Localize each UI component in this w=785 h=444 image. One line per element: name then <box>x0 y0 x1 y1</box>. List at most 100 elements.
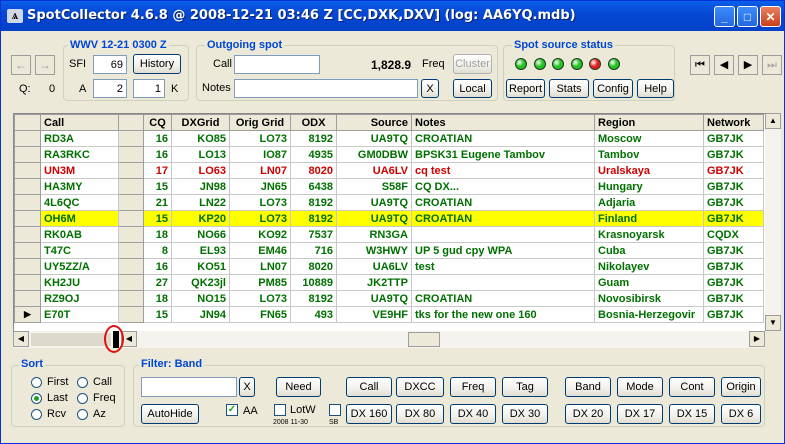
filter-cont-button[interactable]: Cont <box>669 377 715 397</box>
cell-call[interactable]: RZ9OJ <box>40 290 119 307</box>
cell-orig-grid[interactable]: LO73 <box>229 194 291 211</box>
filter-dxcc-button[interactable]: DXCC <box>396 377 444 397</box>
aa-checkbox[interactable]: ✓ <box>226 404 238 416</box>
header-orig-grid[interactable]: Orig Grid <box>229 114 291 131</box>
cell-network[interactable]: CQDX <box>703 226 764 243</box>
row-indicator[interactable] <box>14 274 41 291</box>
header-notes[interactable]: Notes <box>411 114 595 131</box>
cell-network[interactable]: GB7JK <box>703 290 764 307</box>
cell-dxgrid[interactable]: EL93 <box>171 242 230 259</box>
cell-network[interactable]: GB7JK <box>703 242 764 259</box>
filter-dx-160-button[interactable]: DX 160 <box>346 404 392 424</box>
filter-band-button[interactable]: Band <box>565 377 611 397</box>
table-row[interactable]: T47C 8 EL93 EM46 716 W3HWY UP 5 gud cpy WPA Cub… <box>14 242 764 259</box>
filter-dx-6-button[interactable]: DX 6 <box>721 404 761 424</box>
table-row[interactable]: OH6M 15 KP20 LO73 8192 UA9TQ CROATIAN Finland GB… <box>14 210 764 227</box>
cell-dxgrid[interactable]: QK23jl <box>171 274 230 291</box>
cell-region[interactable]: Nikolayev <box>594 258 704 275</box>
cell-notes[interactable]: tks for the new one 160 <box>411 306 595 323</box>
cell-notes[interactable]: cq test <box>411 162 595 179</box>
header-network[interactable]: Network <box>703 114 764 131</box>
cell-source[interactable]: UA9TQ <box>336 210 412 227</box>
cell-source[interactable]: UA9TQ <box>336 194 412 211</box>
cell-odx[interactable]: 8020 <box>290 258 337 275</box>
cell-region[interactable]: Tambov <box>594 146 704 163</box>
row-indicator[interactable] <box>14 130 41 147</box>
cell-cq[interactable]: 16 <box>143 258 172 275</box>
stats-button[interactable]: Stats <box>549 79 589 98</box>
table-row[interactable]: RZ9OJ 18 NO15 LO73 8192 UA9TQ CROATIAN Novosibi… <box>14 290 764 307</box>
cell-notes[interactable]: test <box>411 258 595 275</box>
cell-call[interactable]: 4L6QC <box>40 194 119 211</box>
cell-odx[interactable]: 8192 <box>290 194 337 211</box>
cell-dxgrid[interactable]: KO85 <box>171 130 230 147</box>
a-index-field[interactable]: 2 <box>93 79 127 98</box>
cell-source[interactable]: UA6LV <box>336 162 412 179</box>
row-indicator[interactable] <box>14 290 41 307</box>
cell-call[interactable]: E70T <box>40 306 119 323</box>
cell-call[interactable]: UN3M <box>40 162 119 179</box>
cell-cq[interactable]: 21 <box>143 194 172 211</box>
header-dxgrid[interactable]: DXGrid <box>171 114 230 131</box>
cell-region[interactable]: Novosibirsk <box>594 290 704 307</box>
header-call[interactable]: Call <box>40 114 119 131</box>
row-indicator[interactable] <box>14 178 41 195</box>
row-indicator[interactable] <box>14 146 41 163</box>
header-odx[interactable]: ODX <box>290 114 337 131</box>
cell-orig-grid[interactable]: LO73 <box>229 290 291 307</box>
sort-radio-call[interactable] <box>77 377 88 388</box>
cell-region[interactable]: Adjaria <box>594 194 704 211</box>
cell-cq[interactable]: 15 <box>143 210 172 227</box>
cell-source[interactable]: S58F <box>336 178 412 195</box>
sort-radio-last[interactable] <box>31 393 42 404</box>
table-row[interactable]: ▶ E70T 15 JN94 FN65 493 VE9HF tks for the new o… <box>14 306 764 323</box>
cell-source[interactable]: GM0DBW <box>336 146 412 163</box>
table-row[interactable]: KH2JU 27 QK23jl PM85 10889 JK2TTP Guam GB7JK <box>14 274 764 291</box>
cell-source[interactable]: RN3GA <box>336 226 412 243</box>
cell-network[interactable]: GB7JK <box>703 210 764 227</box>
history-button[interactable]: History <box>133 54 181 74</box>
maximize-button[interactable]: □ <box>737 6 758 27</box>
cell-cq[interactable]: 15 <box>143 306 172 323</box>
scroll-left-icon[interactable]: ◀ <box>13 331 29 347</box>
cell-dxgrid[interactable]: LO13 <box>171 146 230 163</box>
cell-orig-grid[interactable]: EM46 <box>229 242 291 259</box>
header-cq[interactable]: CQ <box>143 114 172 131</box>
cell-call[interactable]: KH2JU <box>40 274 119 291</box>
sort-radio-freq[interactable] <box>77 393 88 404</box>
table-row[interactable]: HA3MY 15 JN98 JN65 6438 S58F CQ DX... Hungary GB… <box>14 178 764 195</box>
filter-dx-80-button[interactable]: DX 80 <box>396 404 444 424</box>
prev-spot-icon[interactable]: ◀ <box>714 55 734 75</box>
cell-odx[interactable]: 8020 <box>290 162 337 179</box>
scroll-up-icon[interactable]: ▲ <box>765 113 781 129</box>
cell-dxgrid[interactable]: NO15 <box>171 290 230 307</box>
cell-network[interactable]: GB7JK <box>703 130 764 147</box>
cell-orig-grid[interactable]: LN07 <box>229 162 291 179</box>
filter-dx-17-button[interactable]: DX 17 <box>617 404 663 424</box>
cell-region[interactable]: Krasnoyarsk <box>594 226 704 243</box>
cell-cq[interactable]: 16 <box>143 146 172 163</box>
cell-cq[interactable]: 15 <box>143 178 172 195</box>
row-indicator[interactable] <box>14 242 41 259</box>
cell-call[interactable]: HA3MY <box>40 178 119 195</box>
cell-orig-grid[interactable]: LO73 <box>229 210 291 227</box>
outgoing-call-input[interactable] <box>234 55 320 74</box>
cell-odx[interactable]: 8192 <box>290 210 337 227</box>
header-source[interactable]: Source <box>336 114 412 131</box>
cell-orig-grid[interactable]: PM85 <box>229 274 291 291</box>
cell-source[interactable]: VE9HF <box>336 306 412 323</box>
cell-source[interactable]: UA6LV <box>336 258 412 275</box>
cell-network[interactable]: GB7JK <box>703 162 764 179</box>
table-row[interactable]: RA3RKC 16 LO13 IO87 4935 GM0DBW BPSK31 Eugene … <box>14 146 764 163</box>
cell-cq[interactable]: 27 <box>143 274 172 291</box>
cell-notes[interactable] <box>411 274 595 291</box>
cell-odx[interactable]: 4935 <box>290 146 337 163</box>
next-spot-icon[interactable]: ▶ <box>738 55 758 75</box>
grid-vertical-scrollbar[interactable]: ▲ ▼ <box>765 113 781 331</box>
cell-network[interactable]: GB7JK <box>703 194 764 211</box>
row-indicator[interactable] <box>14 226 41 243</box>
cell-call[interactable]: RA3RKC <box>40 146 119 163</box>
cell-region[interactable]: Guam <box>594 274 704 291</box>
filter-tag-button[interactable]: Tag <box>502 377 548 397</box>
cell-dxgrid[interactable]: NO66 <box>171 226 230 243</box>
